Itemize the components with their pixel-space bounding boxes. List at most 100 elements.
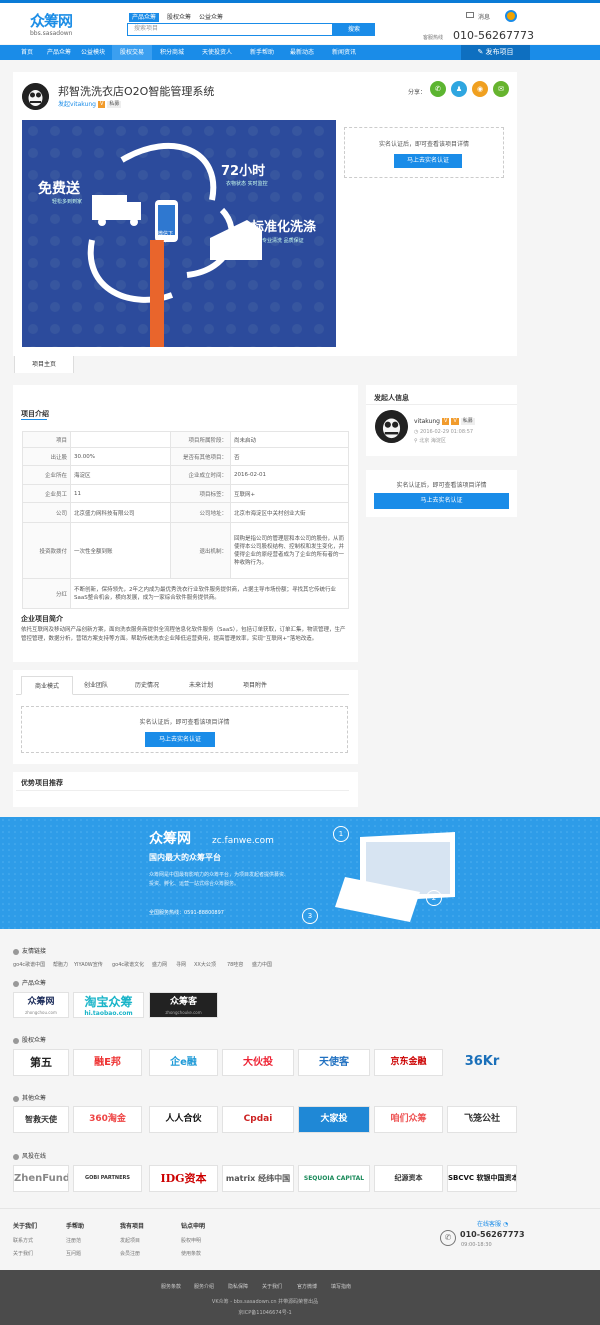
friend-link[interactable]: 78哇容 [227, 961, 243, 968]
sponsor-avatar[interactable] [375, 410, 408, 443]
partner-logo[interactable]: 第五 [13, 1049, 69, 1076]
messages-link[interactable]: 消息 [478, 12, 490, 21]
cell-value: 一次性全额到账 [70, 522, 171, 579]
partner-logo[interactable]: 大伙投 [222, 1049, 294, 1076]
online-service-link[interactable]: 在线客服 ◔ [477, 1219, 508, 1228]
nav-info[interactable]: 新闻资讯 [322, 45, 366, 60]
tab-future[interactable]: 未来计划 [175, 676, 227, 695]
partner-logo[interactable]: matrix 经纬中国 [222, 1165, 294, 1192]
publish-button[interactable]: ✎ 发布项目 [461, 45, 530, 60]
bottom-link[interactable]: 官方微博 [297, 1283, 317, 1290]
friend-link[interactable]: YIYA0W宣传 [74, 961, 103, 968]
partner-logo[interactable]: 京东金融 [374, 1049, 443, 1076]
partner-logo[interactable]: SBCVC 软银中国资本 [447, 1165, 517, 1192]
friend-link[interactable]: 盛力中国 [252, 961, 272, 968]
partner-logo[interactable]: 飞笼公社 [447, 1106, 517, 1133]
sms-share-icon[interactable]: ✉ [493, 81, 509, 97]
logo-text: 众筹客 [169, 997, 197, 1007]
partner-logo[interactable]: IDG资本 [149, 1165, 218, 1192]
tab-project-home[interactable]: 项目主页 [14, 356, 74, 373]
company-section-title: 企业项目简介 [21, 615, 63, 623]
partner-logo[interactable]: 360淘金 [73, 1106, 142, 1133]
cell-value: 海淀区 [70, 465, 171, 485]
bottom-link[interactable]: 服务条款 [161, 1283, 181, 1290]
nav-charity[interactable]: 公益模块 [76, 45, 110, 60]
nav-help[interactable]: 新手帮助 [242, 45, 282, 60]
weibo-share-icon[interactable]: ◉ [472, 81, 488, 97]
project-avatar[interactable] [22, 83, 49, 110]
wechat-share-icon[interactable]: ✆ [430, 81, 446, 97]
footer-link[interactable]: 关于我们 [13, 1250, 33, 1257]
nav-equity[interactable]: 股权交易 [112, 45, 152, 60]
company-description: 依托互联网及移动网产品创新方案，面向洗衣服务商提供全流程信息化软件服务（SaaS… [21, 627, 346, 642]
logo-text: 众筹网 [27, 997, 55, 1007]
sponsor-title: 发起人信息 [374, 394, 409, 402]
footer-link[interactable]: 联系方式 [13, 1237, 33, 1244]
search-tab-product[interactable]: 产品众筹 [129, 13, 160, 22]
tab-business-model[interactable]: 商业模式 [21, 676, 73, 695]
partner-logo[interactable]: Cpdai [222, 1106, 294, 1133]
partner-logo[interactable]: 融E邦 [73, 1049, 142, 1076]
tab-history[interactable]: 历史情况 [121, 676, 173, 695]
footer-link[interactable]: 股权申明 [181, 1237, 201, 1244]
partner-logo[interactable]: SEQUOIA CAPITAL [298, 1165, 370, 1192]
partner-logo[interactable]: 众筹网 zhongchou.com [13, 992, 69, 1018]
partner-logo[interactable]: 36Kr [447, 1049, 517, 1076]
qq-share-icon[interactable]: ♟ [451, 81, 467, 97]
footer-link[interactable]: 注册范 [66, 1237, 81, 1244]
friend-link[interactable]: go4c歌谱文化 [112, 961, 144, 968]
search-tab-charity[interactable]: 公益众筹 [196, 13, 226, 22]
auth-button[interactable]: 马上去实名认证 [374, 493, 509, 509]
nav-points[interactable]: 积分商城 [152, 45, 192, 60]
friend-link[interactable]: 寻网 [176, 961, 186, 968]
partner-logo[interactable]: 纪源资本 [374, 1165, 443, 1192]
sponsor-name[interactable]: vitakung [414, 418, 440, 425]
footer-link[interactable]: 使用条款 [181, 1250, 201, 1257]
footer-link[interactable]: 互问题 [66, 1250, 81, 1257]
vc-online-title: 风投在线 [13, 1151, 46, 1160]
promo-banner[interactable] [0, 817, 600, 929]
bottom-link[interactable]: 关于我们 [262, 1283, 282, 1290]
partner-logo[interactable]: 智救天使 [13, 1106, 69, 1133]
bottom-link[interactable]: 隐私保障 [228, 1283, 248, 1290]
tab-attachments[interactable]: 项目附件 [229, 676, 281, 695]
mail-icon[interactable] [466, 12, 474, 18]
footer-link[interactable]: 会员注册 [120, 1250, 140, 1257]
partner-logo[interactable]: 众筹客 zhongchouke.com [149, 992, 218, 1018]
bottom-link[interactable]: 服务介绍 [194, 1283, 214, 1290]
friend-link[interactable]: 盛力网 [152, 961, 167, 968]
promo-hotline: 全国服务热线：0591-88800897 [149, 910, 224, 916]
tab-team[interactable]: 创业团队 [73, 676, 119, 695]
bottom-link[interactable]: 填写指南 [331, 1283, 351, 1290]
footer-link[interactable]: 发起项目 [120, 1237, 140, 1244]
weibo-icon[interactable] [505, 10, 517, 22]
nav-angels[interactable]: 天使投资人 [192, 45, 242, 60]
nav-home[interactable]: 首页 [12, 45, 42, 60]
site-logo[interactable]: 众筹网 [30, 10, 73, 31]
private-badge: 私募 [460, 418, 475, 425]
friend-link[interactable]: XX大公顶 [194, 961, 216, 968]
table-row: 项目 项目所属阶段： 尚未启动 [22, 431, 349, 448]
partner-logo[interactable]: 咱们众筹 [374, 1106, 443, 1133]
partner-logo[interactable]: 天使客 [298, 1049, 370, 1076]
search-button[interactable]: 搜索 [333, 23, 375, 36]
partner-logo[interactable]: 人人合伙 [149, 1106, 218, 1133]
partner-logo[interactable]: 企e融 [149, 1049, 218, 1076]
auth-button[interactable]: 马上去实名认证 [145, 732, 215, 747]
partner-logo[interactable]: 淘宝众筹 hi.taobao.com [73, 992, 144, 1018]
partner-logo[interactable]: 大家投 [298, 1106, 370, 1133]
cell-key: 公司 [22, 502, 71, 523]
cell-key: 企业成立时间： [170, 465, 231, 485]
auth-button[interactable]: 马上去实名认证 [394, 154, 462, 168]
friend-link[interactable]: go4c歌谱中国 [13, 961, 45, 968]
table-row: 出让股 30.00% 是否有其他项目：否 [22, 447, 349, 466]
search-tab-equity[interactable]: 股权众筹 [164, 13, 194, 22]
partner-logo[interactable]: GOBI PARTNERS [73, 1165, 142, 1192]
publisher-name[interactable]: 发起vitakung [58, 101, 96, 108]
partner-logo[interactable]: ZhenFund [13, 1165, 69, 1192]
nav-product[interactable]: 产品众筹 [42, 45, 76, 60]
divider [13, 764, 358, 772]
nav-news[interactable]: 最新动态 [282, 45, 322, 60]
friend-link[interactable]: 帮胞力 [53, 961, 68, 968]
search-input[interactable]: 搜索项目 [127, 23, 333, 36]
